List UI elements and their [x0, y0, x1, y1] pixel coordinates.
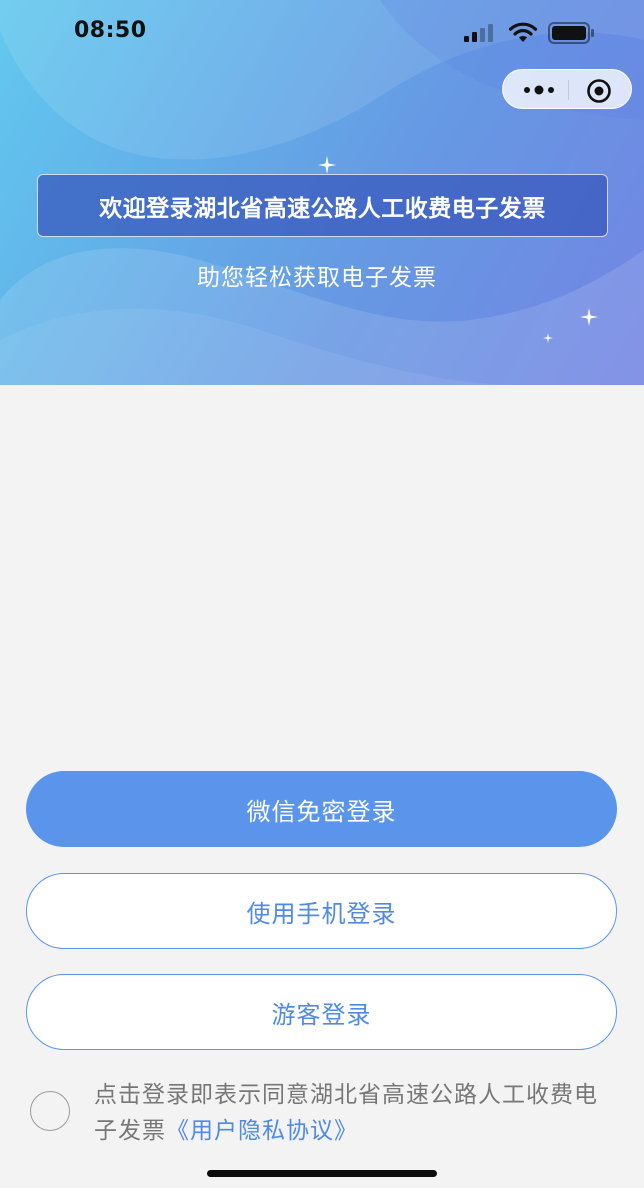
- sparkle-icon: [543, 333, 553, 343]
- battery-icon: [548, 22, 594, 44]
- agreement-radio[interactable]: [30, 1091, 70, 1131]
- hero-banner: 08:50 欢迎登录湖北省高速公路人工收费电子发票 助您轻松获取电子发票: [0, 0, 644, 385]
- guest-login-button[interactable]: 游客登录: [26, 974, 617, 1050]
- signal-icon: [464, 24, 493, 42]
- status-bar: 08:50: [0, 0, 644, 66]
- sparkle-icon: [580, 308, 598, 326]
- wifi-icon: [508, 22, 538, 42]
- status-time: 08:50: [74, 18, 147, 43]
- more-icon[interactable]: [519, 78, 559, 102]
- privacy-agreement-link[interactable]: 《用户隐私协议》: [166, 1118, 358, 1144]
- capsule-divider: [568, 80, 569, 100]
- welcome-title: 欢迎登录湖北省高速公路人工收费电子发票: [37, 174, 608, 237]
- phone-login-button[interactable]: 使用手机登录: [26, 873, 617, 949]
- mini-program-capsule: [502, 69, 632, 109]
- agreement-text: 点击登录即表示同意湖北省高速公路人工收费电子发票《用户隐私协议》: [94, 1077, 614, 1149]
- wechat-login-button[interactable]: 微信免密登录: [26, 771, 617, 847]
- welcome-subtitle: 助您轻松获取电子发票: [197, 265, 437, 291]
- home-indicator: [207, 1170, 437, 1177]
- sparkle-icon: [318, 156, 336, 174]
- close-target-icon[interactable]: [586, 78, 612, 104]
- status-icons: [464, 20, 596, 46]
